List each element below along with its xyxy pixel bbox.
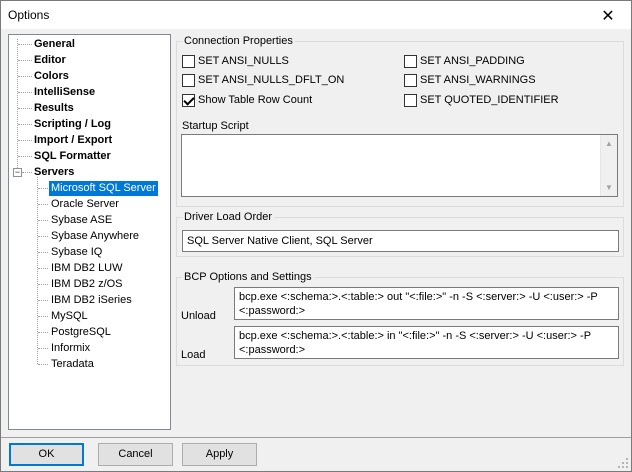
driver-load-order-title: Driver Load Order	[182, 211, 275, 223]
unload-label: Unload	[181, 310, 216, 322]
scroll-up-icon[interactable]: ▲	[601, 135, 617, 152]
scroll-down-icon[interactable]: ▼	[601, 179, 617, 196]
tree-item-sybase-iq[interactable]: Sybase IQ	[49, 245, 104, 260]
checkbox-show-table-row-count[interactable]: Show Table Row Count	[182, 93, 312, 107]
unload-command-input[interactable]: bcp.exe <:schema:>.<:table:> out "<:file…	[234, 287, 619, 320]
tree-item-sybase-ase[interactable]: Sybase ASE	[49, 213, 114, 228]
load-label: Load	[181, 349, 206, 361]
close-icon[interactable]: ✕	[585, 1, 631, 29]
checkbox-ansi-nulls-dflt-on[interactable]: SET ANSI_NULLS_DFLT_ON	[182, 73, 344, 87]
checkbox-box[interactable]	[404, 54, 417, 68]
checkbox-box[interactable]	[182, 73, 195, 87]
tree-item-servers[interactable]: Servers	[32, 165, 76, 180]
tree-item-teradata[interactable]: Teradata	[49, 357, 96, 372]
tree-item-editor[interactable]: Editor	[32, 53, 68, 68]
checkbox-ansi-nulls[interactable]: SET ANSI_NULLS	[182, 54, 289, 68]
tree-item-colors[interactable]: Colors	[32, 69, 71, 84]
cancel-button[interactable]: Cancel	[98, 443, 173, 466]
startup-script-label: Startup Script	[182, 120, 249, 132]
checkbox-label: Show Table Row Count	[198, 94, 313, 106]
options-tree[interactable]: General Editor Colors IntelliSense Resul…	[8, 34, 171, 430]
tree-item-mysql[interactable]: MySQL	[49, 309, 90, 324]
startup-script-scrollbar[interactable]: ▲ ▼	[600, 135, 617, 196]
ok-button[interactable]: OK	[9, 443, 84, 466]
checkbox-label: SET ANSI_NULLS_DFLT_ON	[198, 74, 345, 86]
checkbox-box[interactable]	[404, 93, 417, 107]
title-bar: Options ✕	[1, 1, 631, 29]
connection-properties-title: Connection Properties	[182, 35, 295, 47]
collapse-icon[interactable]: −	[13, 168, 22, 177]
apply-button[interactable]: Apply	[182, 443, 257, 466]
tree-item-oracle-server[interactable]: Oracle Server	[49, 197, 121, 212]
tree-item-sybase-anywhere[interactable]: Sybase Anywhere	[49, 229, 141, 244]
driver-load-order-input[interactable]: SQL Server Native Client, SQL Server	[182, 230, 619, 252]
tree-item-ibm-db2-iseries[interactable]: IBM DB2 iSeries	[49, 293, 134, 308]
checkbox-label: SET ANSI_PADDING	[420, 55, 525, 67]
button-separator	[1, 437, 631, 438]
tree-item-results[interactable]: Results	[32, 101, 76, 116]
tree-item-ibm-db2-zos[interactable]: IBM DB2 z/OS	[49, 277, 125, 292]
resize-grip-icon[interactable]	[617, 457, 629, 469]
tree-item-general[interactable]: General	[32, 37, 77, 52]
tree-item-import-export[interactable]: Import / Export	[32, 133, 114, 148]
checkbox-ansi-padding[interactable]: SET ANSI_PADDING	[404, 54, 525, 68]
checkbox-box[interactable]	[404, 73, 417, 87]
options-dialog: Options ✕ General Editor Colors IntelliS…	[0, 0, 632, 472]
tree-item-ibm-db2-luw[interactable]: IBM DB2 LUW	[49, 261, 125, 276]
tree-item-postgresql[interactable]: PostgreSQL	[49, 325, 113, 340]
window-title: Options	[8, 8, 50, 22]
tree-item-microsoft-sql-server[interactable]: Microsoft SQL Server	[49, 181, 158, 196]
tree-item-intellisense[interactable]: IntelliSense	[32, 85, 97, 100]
checkbox-label: SET QUOTED_IDENTIFIER	[420, 94, 559, 106]
checkbox-box[interactable]	[182, 54, 195, 68]
checkbox-label: SET ANSI_NULLS	[198, 55, 289, 67]
checkbox-box-checked[interactable]	[182, 93, 195, 107]
startup-script-input[interactable]: ▲ ▼	[181, 134, 618, 197]
checkbox-ansi-warnings[interactable]: SET ANSI_WARNINGS	[404, 73, 536, 87]
tree-item-scripting-log[interactable]: Scripting / Log	[32, 117, 113, 132]
tree-item-informix[interactable]: Informix	[49, 341, 92, 356]
load-command-input[interactable]: bcp.exe <:schema:>.<:table:> in "<:file:…	[234, 326, 619, 359]
checkbox-quoted-identifier[interactable]: SET QUOTED_IDENTIFIER	[404, 93, 559, 107]
checkbox-label: SET ANSI_WARNINGS	[420, 74, 536, 86]
tree-item-sql-formatter[interactable]: SQL Formatter	[32, 149, 113, 164]
bcp-options-title: BCP Options and Settings	[182, 271, 314, 283]
